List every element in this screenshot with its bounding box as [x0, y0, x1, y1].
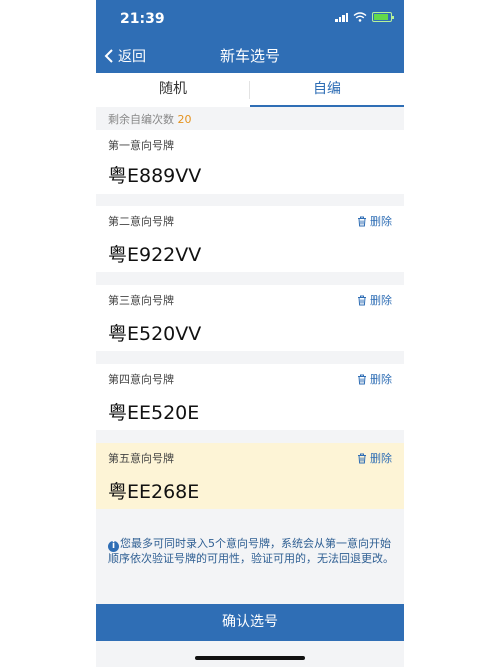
plate-label: 第三意向号牌	[108, 294, 174, 307]
delete-button[interactable]: 删除	[357, 450, 392, 466]
trash-icon	[358, 374, 366, 384]
tab-random[interactable]: 随机	[96, 73, 250, 107]
trash-icon	[358, 216, 366, 226]
delete-button[interactable]: 删除	[357, 213, 392, 229]
status-time: 21:39	[120, 11, 165, 27]
plate-number[interactable]: 粤E922VV	[108, 240, 201, 267]
remaining-count-text: 剩余自编次数 20	[108, 111, 192, 127]
plate-number[interactable]: 粤EE268E	[108, 477, 199, 504]
home-indicator[interactable]	[195, 656, 305, 660]
cellular-signal-icon	[335, 12, 348, 22]
plate-label: 第一意向号牌	[108, 139, 174, 152]
plate-number[interactable]: 粤EE520E	[108, 398, 199, 425]
delete-label: 删除	[370, 452, 392, 465]
info-note: i 您最多可同时录入5个意向号牌，系统会从第一意向开始顺序依次验证号牌的可用性，验…	[108, 537, 398, 566]
phone-screen: 21:39 返回 新车选号 随机 自编 剩余自编次数 20 第一意向号牌 粤E8…	[96, 0, 404, 667]
plate-label: 第四意向号牌	[108, 373, 174, 386]
tab-divider	[249, 81, 250, 99]
info-note-text: 您最多可同时录入5个意向号牌，系统会从第一意向开始顺序依次验证号牌的可用性，验证…	[108, 537, 394, 565]
info-icon: i	[108, 541, 119, 552]
tab-custom[interactable]: 自编	[250, 73, 404, 107]
delete-label: 删除	[370, 215, 392, 228]
plate-card-3[interactable]: 第三意向号牌 删除 粤E520VV	[96, 285, 404, 351]
plate-label: 第五意向号牌	[108, 452, 174, 465]
wifi-icon	[353, 12, 367, 22]
plate-card-4[interactable]: 第四意向号牌 删除 粤EE520E	[96, 364, 404, 430]
plate-card-2[interactable]: 第二意向号牌 删除 粤E922VV	[96, 206, 404, 272]
delete-button[interactable]: 删除	[357, 292, 392, 308]
plate-label: 第二意向号牌	[108, 215, 174, 228]
trash-icon	[358, 453, 366, 463]
page-title: 新车选号	[219, 47, 280, 65]
tab-bar: 随机 自编	[96, 73, 404, 107]
app-header: 21:39 返回 新车选号	[96, 0, 404, 73]
plate-number[interactable]: 粤E520VV	[108, 319, 201, 346]
plate-card-5[interactable]: 第五意向号牌 删除 粤EE268E	[96, 443, 404, 509]
home-bar-area	[96, 641, 404, 667]
remaining-label: 剩余自编次数	[108, 113, 174, 126]
battery-icon	[372, 12, 394, 22]
plate-number[interactable]: 粤E889VV	[108, 161, 201, 188]
remaining-count: 20	[177, 113, 192, 126]
status-icons	[335, 12, 394, 22]
plate-card-1[interactable]: 第一意向号牌 粤E889VV	[96, 130, 404, 194]
delete-label: 删除	[370, 294, 392, 307]
confirm-button[interactable]: 确认选号	[96, 604, 404, 641]
delete-button[interactable]: 删除	[357, 371, 392, 387]
delete-label: 删除	[370, 373, 392, 386]
trash-icon	[358, 295, 366, 305]
